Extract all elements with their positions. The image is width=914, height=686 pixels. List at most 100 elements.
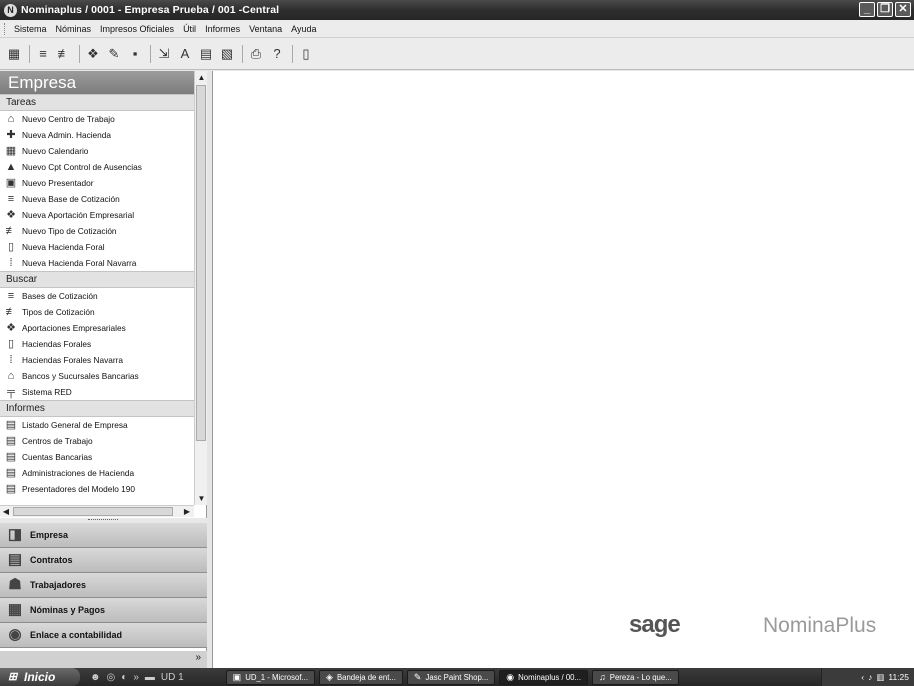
item-label: Nueva Aportación Empresarial — [22, 210, 135, 220]
word-icon: ▣ — [232, 671, 242, 682]
task-nuevo-cpt-ausencias[interactable]: ▲ Nuevo Cpt Control de Ausencias — [0, 159, 194, 175]
calendar-icon[interactable]: ▤ — [198, 46, 214, 62]
red-icon: ╤ — [7, 386, 15, 398]
task-nuevo-centro-trabajo[interactable]: ⌂ Nuevo Centro de Trabajo — [0, 111, 194, 127]
task-nuevo-calendario[interactable]: ▦ Nuevo Calendario — [0, 143, 194, 159]
calculator-icon[interactable]: ▦ — [6, 46, 22, 62]
aportaciones-icon[interactable]: ❖ — [85, 46, 101, 62]
print-icon[interactable]: ⎙ — [248, 46, 264, 62]
menu-nominas[interactable]: Nóminas — [56, 24, 92, 34]
restore-button[interactable]: ❐ — [877, 2, 893, 17]
edit-icon[interactable]: ✎ — [106, 46, 122, 62]
scroll-left-icon[interactable]: ◀ — [0, 506, 12, 517]
folder-icon[interactable]: ▬ — [145, 672, 155, 683]
music-icon: ♫ — [599, 672, 606, 682]
report-centros-trabajo[interactable]: ▤ Centros de Trabajo — [0, 433, 194, 449]
scroll-right-icon[interactable]: ▶ — [181, 506, 193, 517]
report-presentadores-190[interactable]: ▤ Presentadores del Modelo 190 — [0, 481, 194, 497]
task-media-player[interactable]: ♫ Pereza - Lo que... — [592, 669, 679, 685]
start-label: Inicio — [24, 670, 56, 684]
font-icon[interactable]: A — [177, 46, 193, 62]
report-listado-general[interactable]: ▤ Listado General de Empresa — [0, 417, 194, 433]
search-bancos-sucursales[interactable]: ⌂ Bancos y Sucursales Bancarias — [0, 368, 194, 384]
presenter-icon: ▣ — [5, 177, 17, 189]
menu-sistema[interactable]: Sistema — [14, 24, 47, 34]
task-label: Nominaplus / 00... — [518, 672, 581, 682]
workspace[interactable]: sage NominaPlus — [212, 71, 914, 668]
explorer-title: Empresa — [0, 71, 194, 94]
tray-expand-icon[interactable]: ‹ — [861, 672, 864, 682]
media-icon[interactable]: ◐ — [121, 672, 127, 683]
task-outlook[interactable]: ◈ Bandeja de ent... — [319, 669, 403, 685]
search-haciendas-forales-navarra[interactable]: ⁞ Haciendas Forales Navarra — [0, 352, 194, 368]
explorer-horizontal-scrollbar[interactable]: ◀ ▶ — [0, 505, 194, 517]
minimize-button[interactable]: _ — [859, 2, 875, 17]
menu-impresos-oficiales[interactable]: Impresos Oficiales — [100, 24, 174, 34]
close-button[interactable]: ✕ — [895, 2, 911, 17]
chevron-right-icon[interactable]: » — [133, 672, 139, 683]
task-nueva-admin-hacienda[interactable]: ✚ Nueva Admin. Hacienda — [0, 127, 194, 143]
menu-informes[interactable]: Informes — [205, 24, 240, 34]
item-label: Nuevo Presentador — [22, 178, 94, 188]
search-aportaciones-empresariales[interactable]: ❖ Aportaciones Empresariales — [0, 320, 194, 336]
search-haciendas-forales[interactable]: ▯ Haciendas Forales — [0, 336, 194, 352]
chevron-down-icon[interactable]: » — [195, 652, 201, 663]
company-icon: ◨ — [7, 526, 23, 543]
nav-trabajadores[interactable]: ☗ Trabajadores — [0, 573, 207, 598]
bases-icon[interactable]: ≡ — [35, 46, 51, 62]
quick-folder-label[interactable]: UD 1 — [161, 672, 184, 683]
volume-icon[interactable]: ♪ — [868, 672, 872, 682]
task-nuevo-presentador[interactable]: ▣ Nuevo Presentador — [0, 175, 194, 191]
task-nuevo-tipo-cotizacion[interactable]: ≢ Nuevo Tipo de Cotización — [0, 223, 194, 239]
bases-add-icon: ≡ — [7, 193, 15, 205]
menu-util[interactable]: Útil — [183, 24, 196, 34]
nav-enlace-contabilidad[interactable]: ◉ Enlace a contabilidad — [0, 623, 207, 648]
search-tipos-cotizacion[interactable]: ≢ Tipos de Cotización — [0, 304, 194, 320]
task-nueva-base-cotizacion[interactable]: ≡ Nueva Base de Cotización — [0, 191, 194, 207]
browser-icon[interactable]: ◎ — [107, 672, 116, 683]
nav-more[interactable]: » — [0, 651, 207, 668]
taskbar: ⊞ Inicio ☻ ◎ ◐ » ▬ UD 1 ▣ UD_1 - Microsof.… — [0, 668, 914, 686]
report-cuentas-bancarias[interactable]: ▤ Cuentas Bancarias — [0, 449, 194, 465]
title-bar[interactable]: N Nominaplus / 0001 - Empresa Prueba / 0… — [0, 0, 914, 20]
report-icon[interactable]: ▧ — [219, 46, 235, 62]
menubar-grip[interactable] — [4, 23, 7, 35]
menu-ayuda[interactable]: Ayuda — [291, 24, 316, 34]
report-administraciones-hacienda[interactable]: ▤ Administraciones de Hacienda — [0, 465, 194, 481]
export-icon[interactable]: ⇲ — [156, 46, 172, 62]
record-icon[interactable]: ▪ — [127, 46, 143, 62]
item-label: Bancos y Sucursales Bancarias — [22, 371, 139, 381]
scroll-down-icon[interactable]: ▼ — [195, 492, 208, 505]
task-nueva-aportacion-empresarial[interactable]: ❖ Nueva Aportación Empresarial — [0, 207, 194, 223]
nav-empresa[interactable]: ◨ Empresa — [0, 523, 207, 548]
task-label: Jasc Paint Shop... — [425, 672, 489, 682]
task-word[interactable]: ▣ UD_1 - Microsof... — [225, 669, 316, 685]
report-icon: ▤ — [5, 451, 17, 463]
start-button[interactable]: ⊞ Inicio — [0, 668, 80, 686]
tipos-icon[interactable]: ≢ — [56, 46, 72, 62]
menu-ventana[interactable]: Ventana — [249, 24, 282, 34]
nav-label: Empresa — [30, 530, 69, 540]
task-paint-shop[interactable]: ✎ Jasc Paint Shop... — [406, 669, 496, 685]
help-icon[interactable]: ? — [269, 46, 285, 62]
task-nueva-hacienda-foral-navarra[interactable]: ⁞ Nueva Hacienda Foral Navarra — [0, 255, 194, 271]
scroll-up-icon[interactable]: ▲ — [195, 71, 208, 84]
task-nueva-hacienda-foral[interactable]: ▯ Nueva Hacienda Foral — [0, 239, 194, 255]
messenger-icon[interactable]: ☻ — [90, 672, 101, 683]
explorer-vertical-scrollbar[interactable]: ▲ ▼ — [194, 71, 207, 505]
nav-contratos[interactable]: ▤ Contratos — [0, 548, 207, 573]
item-label: Haciendas Forales Navarra — [22, 355, 123, 365]
clock[interactable]: 11:25 — [888, 672, 909, 682]
task-nominaplus[interactable]: ◉ Nominaplus / 00... — [499, 669, 588, 685]
document-icon[interactable]: ▯ — [298, 46, 314, 62]
nav-nominas-pagos[interactable]: ▦ Nóminas y Pagos — [0, 598, 207, 623]
link-icon: ◉ — [8, 626, 22, 643]
nav-label: Contratos — [30, 555, 73, 565]
nav-label: Trabajadores — [30, 580, 87, 590]
scroll-thumb[interactable] — [196, 85, 206, 441]
search-sistema-red[interactable]: ╤ Sistema RED — [0, 384, 194, 400]
search-bases-cotizacion[interactable]: ≡ Bases de Cotización — [0, 288, 194, 304]
network-icon[interactable]: ▥ — [876, 672, 884, 683]
nominaplus-app-icon[interactable]: N — [4, 3, 17, 17]
hscroll-thumb[interactable] — [13, 507, 173, 516]
